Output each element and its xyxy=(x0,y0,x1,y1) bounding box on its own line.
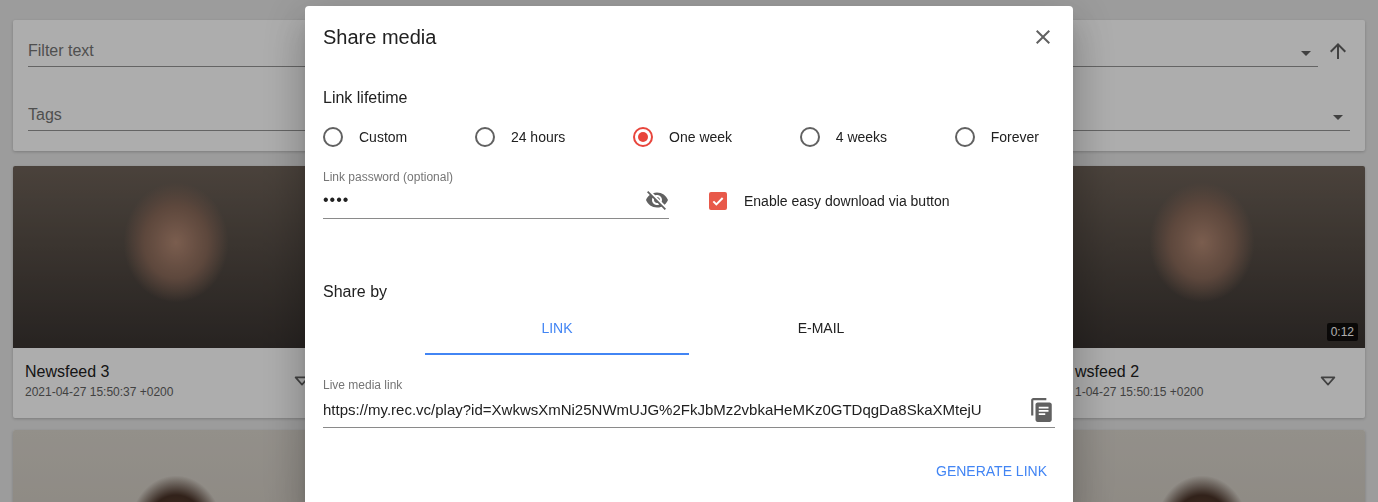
password-field: Link password (optional) xyxy=(323,170,669,219)
copy-icon[interactable] xyxy=(1029,397,1055,423)
dialog-header: Share media xyxy=(323,6,1055,50)
lifetime-radio[interactable]: Custom xyxy=(323,127,407,147)
easy-download-checkbox[interactable] xyxy=(709,192,727,210)
lifetime-radio[interactable]: 24 hours xyxy=(475,127,565,147)
share-tab[interactable]: E-MAIL xyxy=(689,302,953,355)
radio-label: Custom xyxy=(359,129,407,145)
lifetime-heading: Link lifetime xyxy=(323,88,1055,108)
radio-circle[interactable] xyxy=(633,127,653,147)
checkmark-icon xyxy=(710,193,726,209)
eye-off-icon[interactable] xyxy=(645,188,669,212)
easy-download-option[interactable]: Enable easy download via button xyxy=(709,170,949,210)
close-icon[interactable] xyxy=(1031,25,1055,49)
radio-circle[interactable] xyxy=(323,127,343,147)
dialog-title: Share media xyxy=(323,24,436,50)
radio-label: 4 weeks xyxy=(836,129,887,145)
password-row: Link password (optional) Enable easy down… xyxy=(323,170,1055,219)
password-label: Link password (optional) xyxy=(323,170,669,184)
generate-link-button[interactable]: GENERATE LINK xyxy=(928,453,1055,489)
password-input[interactable] xyxy=(323,190,645,210)
dialog-actions: GENERATE LINK xyxy=(323,453,1055,489)
share-dialog: Share media Link lifetime Custom 24 hours On… xyxy=(305,6,1073,502)
share-tabs: LINKE-MAIL xyxy=(323,302,1055,355)
media-link-field: Live media link https://my.rec.vc/play?id… xyxy=(323,378,1055,428)
media-link-label: Live media link xyxy=(323,378,1055,392)
easy-download-label: Enable easy download via button xyxy=(744,193,949,209)
share-by-heading: Share by xyxy=(323,282,1055,302)
radio-label: 24 hours xyxy=(511,129,565,145)
radio-label: Forever xyxy=(991,129,1039,145)
password-box xyxy=(323,188,669,219)
share-tab[interactable]: LINK xyxy=(425,302,689,355)
radio-circle[interactable] xyxy=(955,127,975,147)
radio-label: One week xyxy=(669,129,732,145)
media-link-box[interactable]: https://my.rec.vc/play?id=XwkwsXmNi25NWm… xyxy=(323,397,1055,428)
radio-circle[interactable] xyxy=(475,127,495,147)
media-link-value[interactable]: https://my.rec.vc/play?id=XwkwsXmNi25NWm… xyxy=(323,400,1023,420)
radio-circle[interactable] xyxy=(800,127,820,147)
lifetime-radio[interactable]: One week xyxy=(633,127,732,147)
lifetime-radio[interactable]: Forever xyxy=(955,127,1039,147)
lifetime-options: Custom 24 hours One week 4 weeks Forever xyxy=(323,127,1055,147)
lifetime-radio[interactable]: 4 weeks xyxy=(800,127,887,147)
